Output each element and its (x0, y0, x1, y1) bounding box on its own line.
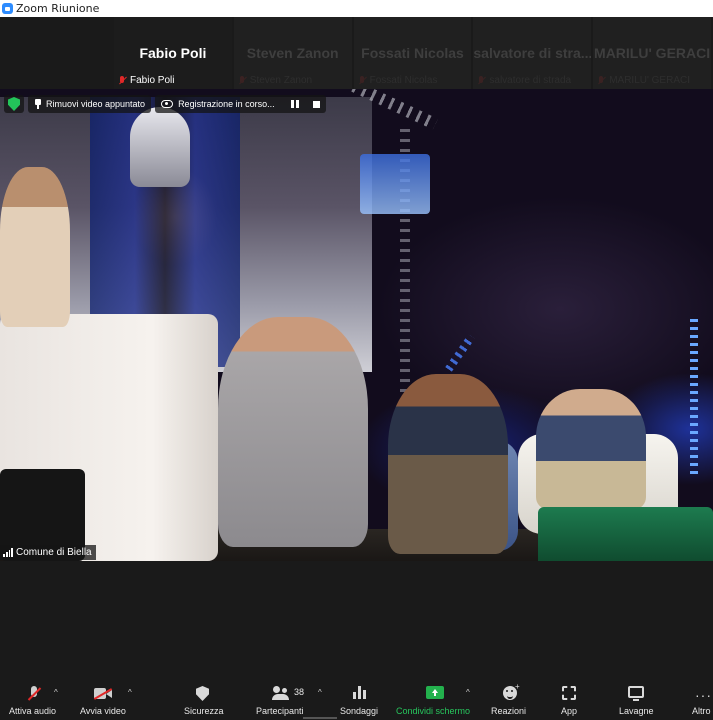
share-options-caret[interactable]: ^ (466, 688, 470, 697)
participant-tile[interactable]: MARILU' GERACI MARILU' GERACI (593, 17, 711, 89)
participant-tile[interactable]: salvatore di stra... salvatore di strada (473, 17, 592, 89)
whiteboards-label: Lavagne (619, 706, 654, 716)
more-icon: ··· (695, 687, 712, 703)
mic-muted-icon (358, 76, 367, 85)
panelist (218, 317, 368, 547)
stage-table (538, 507, 713, 561)
reactions-button[interactable]: + Reazioni (488, 678, 532, 720)
participant-label: Fossati Nicolas (358, 75, 438, 86)
mic-muted-icon (238, 76, 247, 85)
video-speaker-name: Comune di Biella (16, 547, 92, 558)
recording-label: Registrazione in corso... (178, 99, 275, 109)
unmute-label: Attiva audio (9, 706, 57, 716)
participant-strip: Fabio Poli Fabio Poli Steven Zanon Steve… (0, 17, 713, 89)
participant-tile[interactable]: Fabio Poli Fabio Poli (114, 17, 232, 89)
stop-recording-icon[interactable] (312, 100, 320, 108)
share-screen-icon (426, 686, 444, 699)
reactions-label: Reazioni (491, 706, 527, 716)
more-button[interactable]: ··· Altro (688, 678, 713, 720)
apps-label: App (561, 706, 578, 716)
participant-label-text: Steven Zanon (249, 75, 313, 86)
participant-label: salvatore di strada (477, 75, 571, 86)
encryption-badge[interactable] (4, 95, 24, 113)
whiteboard-icon (628, 686, 644, 701)
participant-label-text: salvatore di strada (489, 75, 572, 86)
audio-options-caret[interactable]: ^ (54, 688, 58, 697)
share-screen-button[interactable]: Condividi schermo (394, 678, 476, 720)
apps-button[interactable]: App (554, 678, 584, 720)
recording-indicator: Registrazione in corso... (155, 95, 326, 113)
participant-label-text: Fossati Nicolas (369, 75, 438, 86)
video-options-caret[interactable]: ^ (128, 688, 132, 697)
panelist (388, 374, 508, 554)
unpin-video-label: Rimuovi video appuntato (46, 99, 146, 109)
toolbar-scroll-indicator (303, 717, 337, 719)
participant-label-text: MARILU' GERACI (609, 75, 690, 86)
participant-label: MARILU' GERACI (597, 75, 690, 86)
participant-name: Steven Zanon (246, 45, 339, 61)
apps-icon (562, 686, 576, 700)
participants-button[interactable]: 38 Partecipanti (254, 678, 314, 720)
video-name-tag: Comune di Biella (0, 545, 96, 560)
zoom-app-icon (2, 3, 13, 14)
whiteboards-button[interactable]: Lavagne (614, 678, 658, 720)
polls-label: Sondaggi (340, 706, 379, 716)
participant-tile[interactable]: Fossati Nicolas Fossati Nicolas (353, 17, 472, 89)
more-label: Altro (692, 706, 711, 716)
participants-label: Partecipanti (256, 706, 304, 716)
participant-label: Fabio Poli (118, 75, 174, 86)
mic-muted-icon (477, 76, 486, 85)
shield-check-icon (8, 97, 20, 111)
stage-sign (360, 154, 430, 214)
participants-icon (272, 686, 290, 700)
video-overlay-bar: Rimuovi video appuntato Registrazione in… (4, 95, 326, 113)
shield-icon (196, 686, 209, 701)
participant-label-text: Fabio Poli (130, 75, 175, 86)
polls-button[interactable]: Sondaggi (338, 678, 382, 720)
panelist (536, 389, 646, 509)
cloud-recording-icon (161, 100, 174, 108)
unmute-button[interactable]: Attiva audio (6, 678, 62, 720)
participant-label: Steven Zanon (238, 75, 312, 86)
start-video-label: Avvia video (80, 706, 126, 716)
meeting-toolbar: Attiva audio ^ Avvia video ^ Sicurezza 3… (0, 678, 713, 720)
meeting-stage: Fabio Poli Fabio Poli Steven Zanon Steve… (0, 17, 713, 720)
signal-strength-icon (3, 548, 13, 557)
start-video-button[interactable]: Avvia video (76, 678, 132, 720)
share-screen-label: Condividi schermo (396, 706, 471, 716)
participants-options-caret[interactable]: ^ (318, 688, 322, 697)
stage-lights (445, 334, 475, 372)
participants-count: 38 (294, 687, 305, 697)
camera-off-icon (94, 688, 112, 700)
pinned-video[interactable]: Rimuovi video appuntato Registrazione in… (0, 89, 713, 561)
window-title: Zoom Riunione (16, 2, 100, 15)
mic-muted-icon (597, 76, 606, 85)
mic-muted-icon (118, 76, 127, 85)
pin-icon (34, 99, 42, 109)
reactions-icon: + (503, 682, 520, 700)
title-bar: Zoom Riunione (0, 0, 713, 17)
participant-name: Fabio Poli (139, 45, 207, 61)
unpin-video-button[interactable]: Rimuovi video appuntato (28, 95, 152, 113)
poll-icon (353, 686, 367, 699)
mic-muted-icon (27, 686, 41, 702)
security-label: Sicurezza (184, 706, 224, 716)
participant-tile[interactable]: Steven Zanon Steven Zanon (233, 17, 352, 89)
security-button[interactable]: Sicurezza (180, 678, 226, 720)
participant-name: salvatore di stra... (473, 45, 592, 61)
stage-lights (690, 319, 698, 479)
pause-recording-icon[interactable] (290, 100, 299, 108)
participant-name: MARILU' GERACI (594, 45, 711, 61)
participant-name: Fossati Nicolas (361, 45, 464, 61)
panelist (0, 167, 70, 327)
